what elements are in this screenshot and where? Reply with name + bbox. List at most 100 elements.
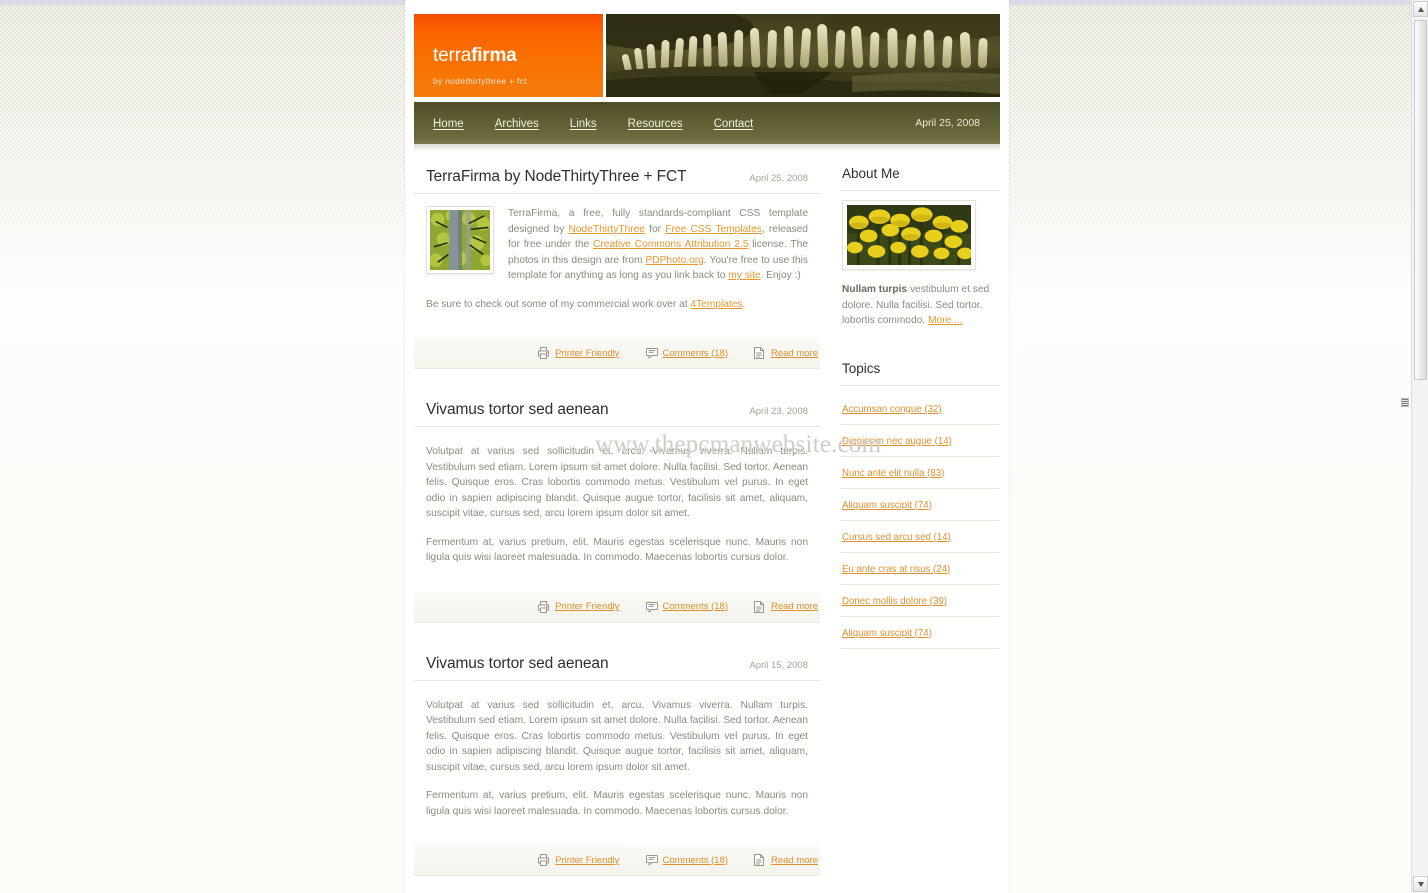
post-date: April 15, 2008 — [749, 659, 808, 671]
secondary-text-after: . — [742, 298, 746, 310]
document-icon — [754, 600, 765, 613]
about-me-more-link[interactable]: More ... — [928, 315, 963, 326]
topic-link[interactable]: Donec mollis dolore (39) — [842, 596, 947, 607]
list-item[interactable]: Cursus sed arcu sed (14) — [840, 521, 1000, 553]
logo-title: terrafirma — [433, 45, 517, 67]
printer-friendly-link[interactable]: Printer Friendly — [555, 601, 619, 612]
about-me-text-bold: Nullam turpis — [842, 284, 908, 295]
topic-link[interactable]: Cursus sed arcu sed (14) — [842, 532, 951, 543]
comments-link[interactable]: Comments (18) — [663, 855, 728, 866]
read-more-link[interactable]: Read more — [771, 348, 818, 359]
printer-friendly-link[interactable]: Printer Friendly — [555, 348, 619, 359]
topics-heading: Topics — [840, 355, 1000, 386]
header-date: April 25, 2008 — [915, 117, 980, 129]
link-my-site[interactable]: my site — [728, 270, 760, 281]
comments-item[interactable]: Comments (18) — [645, 854, 728, 866]
link-free-css-templates[interactable]: Free CSS Templates — [665, 224, 762, 235]
list-item[interactable]: Dignissim nec augue (14) — [840, 425, 1000, 457]
scrollbar-grip — [1401, 398, 1409, 407]
list-item[interactable]: Accumsan congue (32) — [840, 395, 1000, 425]
post-body: Volutpat at varius sed sollicitudin et, … — [414, 681, 820, 837]
read-more-link[interactable]: Read more — [771, 855, 818, 866]
content-area: TerraFirma by NodeThirtyThree + FCT Apri… — [414, 160, 1000, 888]
comment-bubble-icon — [645, 347, 658, 359]
scroll-up-button[interactable] — [1413, 1, 1428, 17]
list-item[interactable]: Aliquam suscipit (74) — [840, 489, 1000, 521]
post-secondary-paragraph: Be sure to check out some of my commerci… — [426, 297, 808, 313]
main-navigation[interactable]: Home Archives Links Resources Contact Ap… — [414, 102, 1000, 144]
topic-link[interactable]: Accumsan congue (32) — [842, 404, 942, 415]
link-nodethirtythree[interactable]: NodeThirtyThree — [569, 224, 645, 235]
post-date: April 23, 2008 — [749, 406, 808, 417]
comments-item[interactable]: Comments (18) — [645, 347, 728, 359]
sidebar: About Me Nullam turpis vestibulum et sed… — [840, 160, 1000, 888]
post-footer: Printer Friendly Comments (18) Read more — [414, 338, 820, 369]
about-me-photo[interactable] — [842, 200, 976, 270]
main-column: TerraFirma by NodeThirtyThree + FCT Apri… — [414, 160, 820, 888]
post-header: Vivamus tortor sed aenean April 15, 2008 — [414, 647, 820, 681]
list-item[interactable]: Donec mollis dolore (39) — [840, 585, 1000, 617]
intro-text-5: . Enjoy :) — [760, 270, 801, 281]
link-4templates[interactable]: 4Templates — [690, 299, 742, 310]
comments-link[interactable]: Comments (18) — [663, 348, 728, 359]
nav-item[interactable]: Links — [570, 114, 597, 132]
printer-icon — [538, 854, 550, 866]
comment-bubble-icon — [645, 854, 658, 866]
post-paragraph: Volutpat at varius sed sollicitudin et, … — [426, 699, 808, 773]
nav-item[interactable]: Contact — [714, 114, 754, 132]
nav-item[interactable]: Archives — [495, 114, 539, 132]
forest-photo-icon — [430, 210, 490, 270]
nav-item[interactable]: Resources — [628, 114, 683, 132]
topics-block: Topics Accumsan congue (32) Dignissim ne… — [840, 355, 1000, 649]
about-me-block: About Me Nullam turpis vestibulum et sed… — [840, 160, 1000, 329]
post-thumbnail[interactable] — [426, 206, 494, 274]
post-thumb-row: TerraFirma, a free, fully standards-comp… — [426, 206, 808, 297]
comments-item[interactable]: Comments (18) — [645, 601, 728, 613]
printer-friendly-item[interactable]: Printer Friendly — [538, 347, 620, 359]
nav-link-archives[interactable]: Archives — [495, 118, 539, 130]
topic-link[interactable]: Nunc ante elit nulla (83) — [842, 468, 944, 479]
post-body: Volutpat at varius sed sollicitudin et, … — [414, 427, 820, 583]
post-entry: Vivamus tortor sed aenean April 23, 2008… — [414, 393, 820, 623]
scroll-down-button[interactable] — [1413, 876, 1428, 892]
read-more-link[interactable]: Read more — [771, 601, 818, 612]
chevron-up-icon — [1418, 7, 1424, 12]
read-more-item[interactable]: Read more — [754, 347, 818, 359]
about-me-heading: About Me — [840, 160, 1000, 191]
nav-item[interactable]: Home — [433, 114, 464, 132]
printer-friendly-item[interactable]: Printer Friendly — [538, 600, 620, 613]
printer-friendly-item[interactable]: Printer Friendly — [538, 854, 620, 866]
post-title: Vivamus tortor sed aenean — [426, 401, 609, 418]
topic-link[interactable]: Aliquam suscipit (74) — [842, 500, 932, 511]
post-paragraph: Fermentum at, varius pretium, elit. Maur… — [426, 790, 808, 817]
link-pdphoto[interactable]: PDPhoto.org — [645, 255, 703, 266]
site-logo[interactable]: terrafirma by nodethirtythree + fct — [414, 14, 603, 97]
link-creative-commons[interactable]: Creative Commons Attribution 2.5 — [593, 239, 748, 250]
comments-link[interactable]: Comments (18) — [663, 601, 728, 612]
read-more-item[interactable]: Read more — [754, 854, 818, 866]
topic-link[interactable]: Dignissim nec augue (14) — [842, 436, 952, 447]
nav-link-links[interactable]: Links — [570, 118, 597, 130]
post-intro-paragraph: TerraFirma, a free, fully standards-comp… — [508, 206, 808, 284]
list-item[interactable]: Nunc ante elit nulla (83) — [840, 457, 1000, 489]
post-paragraph: Volutpat at varius sed sollicitudin et, … — [426, 446, 808, 519]
browser-scrollbar[interactable] — [1411, 0, 1428, 893]
list-item[interactable]: Aliquam suscipit (74) — [840, 617, 1000, 649]
secondary-text-before: Be sure to check out some of my commerci… — [426, 298, 691, 310]
site-container: terrafirma by nodethirtythree + fct Home… — [405, 0, 1009, 893]
topic-link[interactable]: Eu ante cras at risus (24) — [842, 564, 950, 575]
printer-icon — [538, 600, 550, 613]
topic-link[interactable]: Aliquam suscipit (74) — [842, 628, 932, 639]
scrollbar-thumb[interactable] — [1414, 20, 1427, 380]
list-item[interactable]: Eu ante cras at risus (24) — [840, 553, 1000, 585]
document-icon — [754, 347, 765, 359]
logo-title-thin: terra — [433, 45, 472, 66]
nav-link-contact[interactable]: Contact — [714, 118, 754, 130]
nav-link-home[interactable]: Home — [433, 118, 464, 130]
document-icon — [754, 854, 765, 866]
printer-icon — [538, 347, 550, 359]
nav-link-resources[interactable]: Resources — [628, 118, 683, 130]
printer-friendly-link[interactable]: Printer Friendly — [555, 855, 619, 866]
read-more-item[interactable]: Read more — [754, 600, 818, 613]
nav-shadow — [414, 144, 1000, 152]
